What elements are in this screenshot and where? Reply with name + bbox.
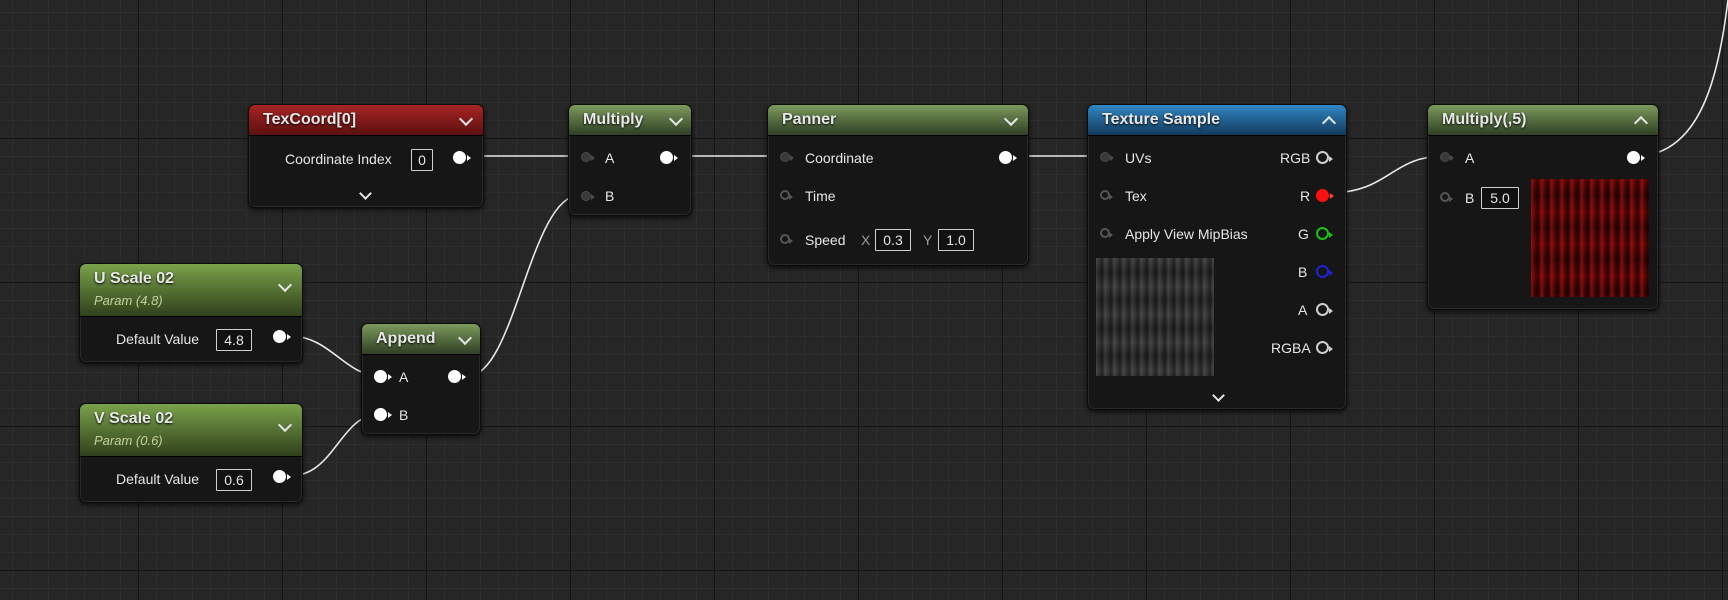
speed-y-label: Y — [923, 232, 933, 248]
pin-label-coordinate: Coordinate — [805, 150, 874, 166]
node-title: V Scale 02 — [94, 410, 174, 427]
input-pin-a[interactable] — [374, 370, 392, 383]
input-pin-b[interactable] — [374, 408, 392, 421]
output-pin-rgb[interactable] — [1316, 151, 1333, 164]
output-pin[interactable] — [999, 151, 1017, 164]
collapse-chevron-icon[interactable] — [277, 277, 293, 293]
pin-label-b: B — [1465, 190, 1475, 206]
output-pin[interactable] — [1627, 151, 1645, 164]
default-value-label: Default Value — [116, 331, 200, 347]
panner-header[interactable]: Panner — [768, 105, 1028, 136]
input-pin-b[interactable] — [581, 191, 595, 201]
texture-sample-header[interactable]: Texture Sample — [1088, 105, 1346, 136]
input-pin-speed[interactable] — [780, 234, 793, 244]
output-pin[interactable] — [453, 151, 471, 164]
panner-node[interactable]: Panner Coordinate Time Speed X 0.3 Y 1.0 — [767, 104, 1029, 266]
pin-label-a: A — [605, 150, 615, 166]
input-pin-time[interactable] — [780, 190, 793, 200]
collapse-chevron-icon[interactable] — [668, 111, 684, 127]
output-label-rgb: RGB — [1280, 150, 1311, 166]
default-value-label: Default Value — [116, 471, 200, 487]
node-title: Texture Sample — [1102, 111, 1220, 128]
texcoord-header[interactable]: TexCoord[0] — [249, 105, 483, 136]
node-title: Panner — [782, 111, 837, 128]
property-label: Coordinate Index — [285, 151, 392, 167]
output-pin[interactable] — [273, 330, 291, 343]
input-pin-mipbias[interactable] — [1100, 228, 1113, 238]
append-node[interactable]: Append A B — [361, 323, 481, 435]
collapse-chevron-up-icon[interactable] — [1321, 115, 1337, 131]
output-pin[interactable] — [448, 370, 466, 383]
input-pin-coordinate[interactable] — [780, 152, 794, 162]
output-label-b: B — [1298, 264, 1308, 280]
output-pin-rgba[interactable] — [1316, 341, 1333, 354]
u-scale-header[interactable]: U Scale 02 Param (4.8) — [80, 264, 302, 317]
speed-y-field[interactable]: 1.0 — [938, 229, 974, 251]
pin-label-b: B — [605, 188, 615, 204]
pin-label-a: A — [1465, 150, 1475, 166]
input-pin-a[interactable] — [1440, 152, 1454, 162]
multiply-header[interactable]: Multiply — [569, 105, 691, 136]
node-title: Multiply(,5) — [1442, 111, 1527, 128]
output-pin-r[interactable] — [1316, 189, 1334, 202]
expand-chevron-icon[interactable] — [1212, 389, 1225, 402]
node-title: Append — [376, 330, 436, 347]
pin-label-time: Time — [805, 188, 836, 204]
multiply-node[interactable]: Multiply A B — [568, 104, 692, 216]
output-pin-g[interactable] — [1316, 227, 1333, 240]
multiply-5-node[interactable]: Multiply(,5) A B 5.0 — [1427, 104, 1659, 310]
output-label-rgba: RGBA — [1271, 340, 1311, 356]
node-subtitle: Param (4.8) — [94, 293, 163, 308]
output-pin-b[interactable] — [1316, 265, 1333, 278]
output-pin[interactable] — [660, 151, 678, 164]
input-pin-tex[interactable] — [1100, 190, 1113, 200]
collapse-chevron-icon[interactable] — [277, 417, 293, 433]
texture-sample-node[interactable]: Texture Sample UVs Tex Apply View MipBia… — [1087, 104, 1347, 410]
node-subtitle: Param (0.6) — [94, 433, 163, 448]
pin-label-tex: Tex — [1125, 188, 1147, 204]
default-value-field[interactable]: 4.8 — [216, 329, 252, 351]
pin-label-mipbias: Apply View MipBias — [1125, 226, 1248, 242]
output-label-a: A — [1298, 302, 1308, 318]
collapse-chevron-icon[interactable] — [457, 330, 473, 346]
input-pin-b[interactable] — [1440, 192, 1453, 202]
node-title: U Scale 02 — [94, 270, 175, 287]
speed-x-label: X — [861, 232, 871, 248]
v-scale-header[interactable]: V Scale 02 Param (0.6) — [80, 404, 302, 457]
collapse-chevron-icon[interactable] — [458, 111, 474, 127]
texcoord-node[interactable]: TexCoord[0] Coordinate Index 0 — [248, 104, 484, 208]
pin-label-b: B — [399, 407, 409, 423]
collapse-chevron-up-icon[interactable] — [1633, 115, 1649, 131]
node-title: TexCoord[0] — [263, 111, 357, 128]
expand-chevron-icon[interactable] — [359, 187, 372, 200]
input-pin-a[interactable] — [581, 152, 595, 162]
result-preview-thumbnail — [1531, 179, 1649, 297]
pin-label-a: A — [399, 369, 409, 385]
b-value-field[interactable]: 5.0 — [1481, 187, 1519, 209]
output-label-g: G — [1298, 226, 1309, 242]
pin-label-uvs: UVs — [1125, 150, 1152, 166]
multiply-5-header[interactable]: Multiply(,5) — [1428, 105, 1658, 136]
output-pin[interactable] — [273, 470, 291, 483]
output-label-r: R — [1300, 188, 1311, 204]
pin-label-speed: Speed — [805, 232, 846, 248]
speed-x-field[interactable]: 0.3 — [875, 229, 911, 251]
input-pin-uvs[interactable] — [1100, 152, 1114, 162]
u-scale-param-node[interactable]: U Scale 02 Param (4.8) Default Value 4.8 — [79, 263, 303, 363]
coordinate-index-field[interactable]: 0 — [411, 149, 433, 171]
collapse-chevron-icon[interactable] — [1003, 111, 1019, 127]
node-title: Multiply — [583, 111, 644, 128]
default-value-field[interactable]: 0.6 — [216, 469, 252, 491]
output-pin-a[interactable] — [1316, 303, 1333, 316]
texture-preview-thumbnail — [1096, 258, 1214, 376]
append-header[interactable]: Append — [362, 324, 480, 355]
v-scale-param-node[interactable]: V Scale 02 Param (0.6) Default Value 0.6 — [79, 403, 303, 503]
